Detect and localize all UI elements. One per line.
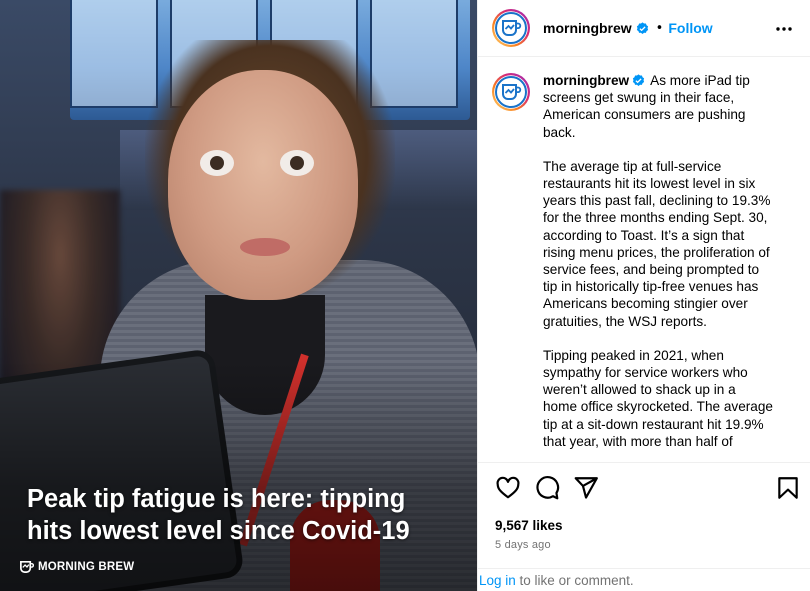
login-prompt: Log in to like or comment. (478, 568, 810, 591)
media-brand-watermark: MORNING BREW (19, 559, 134, 574)
post-timestamp[interactable]: 5 days ago (495, 539, 551, 551)
brand-label: MORNING BREW (38, 560, 135, 573)
caption-username[interactable]: morningbrew (543, 73, 629, 88)
post-media[interactable]: Peak tip fatigue is here: tipping hits l… (0, 0, 477, 591)
bookmark-icon[interactable] (775, 475, 801, 501)
caption-text: morningbrew As more iPad tip screens get… (543, 72, 773, 463)
media-headline: Peak tip fatigue is here: tipping hits l… (27, 485, 410, 545)
caption-paragraph: morningbrew As more iPad tip screens get… (543, 72, 773, 141)
morning-brew-logo-icon (20, 560, 34, 573)
likes-count[interactable]: 9,567 likes (495, 518, 563, 533)
caption-scroll-area[interactable]: morningbrew As more iPad tip screens get… (478, 58, 810, 463)
post-header: morningbrew • Follow (478, 0, 810, 57)
caption-avatar[interactable] (491, 72, 531, 112)
heart-icon[interactable] (495, 475, 521, 501)
caption-paragraph-3: Tipping peaked in 2021, when sympathy fo… (543, 347, 773, 449)
login-link[interactable]: Log in (479, 573, 516, 588)
login-prompt-text: to like or comment. (515, 573, 634, 588)
post-author-username[interactable]: morningbrew (543, 20, 632, 36)
share-icon[interactable] (573, 475, 599, 501)
divider (478, 462, 810, 463)
caption-row: morningbrew As more iPad tip screens get… (491, 72, 798, 463)
comment-icon[interactable] (534, 475, 560, 501)
follow-button[interactable]: Follow (668, 20, 712, 36)
person-face (168, 70, 358, 300)
caption-paragraph-2: The average tip at full-service restaura… (543, 158, 771, 329)
avatar[interactable] (491, 8, 531, 48)
more-options-icon[interactable] (774, 19, 794, 39)
action-bar (495, 475, 801, 501)
header-separator: • (655, 20, 664, 36)
verified-badge-icon (636, 21, 648, 34)
verified-badge-icon (633, 74, 645, 86)
post-sidebar: morningbrew • Follow morningbrew As more… (477, 0, 810, 591)
